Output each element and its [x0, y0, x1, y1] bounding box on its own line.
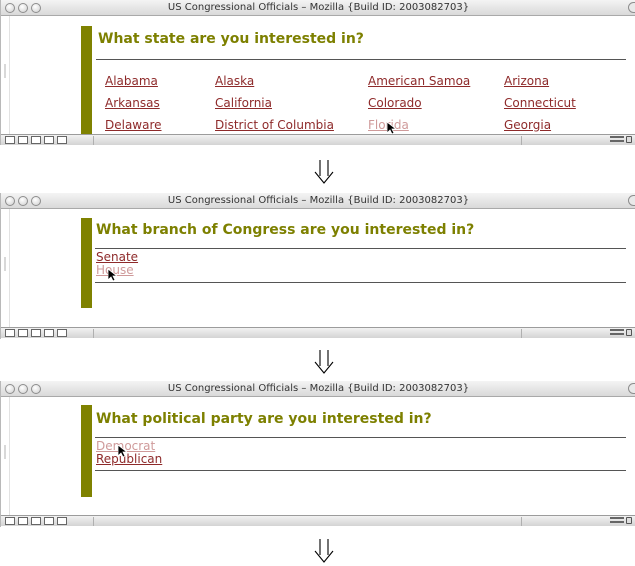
status-bar	[1, 515, 635, 526]
navigator-icon[interactable]	[5, 329, 15, 337]
state-link-arizona[interactable]: Arizona	[504, 74, 549, 88]
minimize-window-icon[interactable]	[18, 196, 28, 206]
window-title: US Congressional Officials – Mozilla {Bu…	[167, 383, 470, 394]
scroll-gutter	[1, 16, 10, 134]
navigator-icon[interactable]	[5, 517, 15, 525]
state-link-american-samoa[interactable]: American Samoa	[368, 74, 470, 88]
close-window-icon[interactable]	[5, 384, 15, 394]
addressbook-icon[interactable]	[44, 517, 54, 525]
scroll-gutter	[1, 397, 10, 515]
zoom-window-icon[interactable]	[31, 196, 41, 206]
divider	[95, 248, 626, 249]
state-link-california[interactable]: California	[215, 96, 272, 110]
state-link-georgia[interactable]: Georgia	[504, 118, 551, 132]
branch-link-senate[interactable]: Senate	[96, 250, 138, 264]
toolbar-toggle-icon[interactable]	[628, 383, 635, 394]
page-content: What political party are you interested …	[1, 397, 635, 515]
title-bar[interactable]: US Congressional Officials – Mozilla {Bu…	[1, 193, 635, 209]
accent-bar	[81, 218, 92, 308]
zoom-window-icon[interactable]	[31, 3, 41, 13]
mail-icon[interactable]	[18, 136, 28, 144]
zoom-window-icon[interactable]	[31, 384, 41, 394]
state-link-connecticut[interactable]: Connecticut	[504, 96, 576, 110]
state-link-delaware[interactable]: Delaware	[105, 118, 162, 132]
window-title: US Congressional Officials – Mozilla {Bu…	[167, 195, 470, 206]
state-link-alabama[interactable]: Alabama	[105, 74, 158, 88]
browser-window-party: US Congressional Officials – Mozilla {Bu…	[0, 381, 635, 527]
security-lock-icon[interactable]	[626, 329, 632, 336]
page-content: What state are you interested in? Alabam…	[1, 16, 635, 135]
browser-window-state: US Congressional Officials – Mozilla {Bu…	[0, 0, 635, 145]
title-bar[interactable]: US Congressional Officials – Mozilla {Bu…	[1, 0, 635, 16]
addressbook-icon[interactable]	[44, 329, 54, 337]
toolbar-toggle-icon[interactable]	[628, 195, 635, 206]
progress-icon	[610, 329, 624, 335]
divider	[96, 59, 626, 60]
mail-icon[interactable]	[18, 329, 28, 337]
addressbook-icon[interactable]	[44, 136, 54, 144]
divider	[95, 282, 626, 283]
state-link-district-of-columbia[interactable]: District of Columbia	[215, 118, 334, 132]
status-bar	[1, 134, 635, 145]
close-window-icon[interactable]	[5, 196, 15, 206]
security-lock-icon[interactable]	[626, 136, 632, 143]
mail-icon[interactable]	[18, 517, 28, 525]
state-link-alaska[interactable]: Alaska	[215, 74, 254, 88]
state-question-heading: What state are you interested in?	[98, 31, 364, 47]
security-lock-icon[interactable]	[626, 517, 632, 524]
toolbar-toggle-icon[interactable]	[628, 2, 635, 13]
divider	[95, 470, 626, 471]
composer-icon[interactable]	[31, 517, 41, 525]
minimize-window-icon[interactable]	[18, 3, 28, 13]
scroll-gutter	[1, 209, 10, 327]
progress-icon	[610, 517, 624, 523]
divider	[95, 437, 626, 438]
flow-arrow-icon	[314, 539, 334, 563]
branch-question-heading: What branch of Congress are you interest…	[96, 222, 475, 238]
chatzilla-icon[interactable]	[57, 136, 67, 144]
chatzilla-icon[interactable]	[57, 329, 67, 337]
browser-window-branch: US Congressional Officials – Mozilla {Bu…	[0, 193, 635, 339]
title-bar[interactable]: US Congressional Officials – Mozilla {Bu…	[1, 381, 635, 397]
flow-arrow-icon	[314, 160, 334, 184]
party-question-heading: What political party are you interested …	[96, 411, 432, 427]
chatzilla-icon[interactable]	[57, 517, 67, 525]
minimize-window-icon[interactable]	[18, 384, 28, 394]
state-link-arkansas[interactable]: Arkansas	[105, 96, 160, 110]
flow-arrow-icon	[314, 350, 334, 374]
accent-bar	[81, 26, 92, 134]
status-bar	[1, 327, 635, 338]
party-link-republican[interactable]: Republican	[96, 452, 162, 466]
composer-icon[interactable]	[31, 136, 41, 144]
window-title: US Congressional Officials – Mozilla {Bu…	[167, 2, 470, 13]
page-content: What branch of Congress are you interest…	[1, 209, 635, 327]
navigator-icon[interactable]	[5, 136, 15, 144]
state-link-colorado[interactable]: Colorado	[368, 96, 422, 110]
accent-bar	[81, 405, 92, 497]
progress-icon	[610, 136, 624, 142]
close-window-icon[interactable]	[5, 3, 15, 13]
composer-icon[interactable]	[31, 329, 41, 337]
